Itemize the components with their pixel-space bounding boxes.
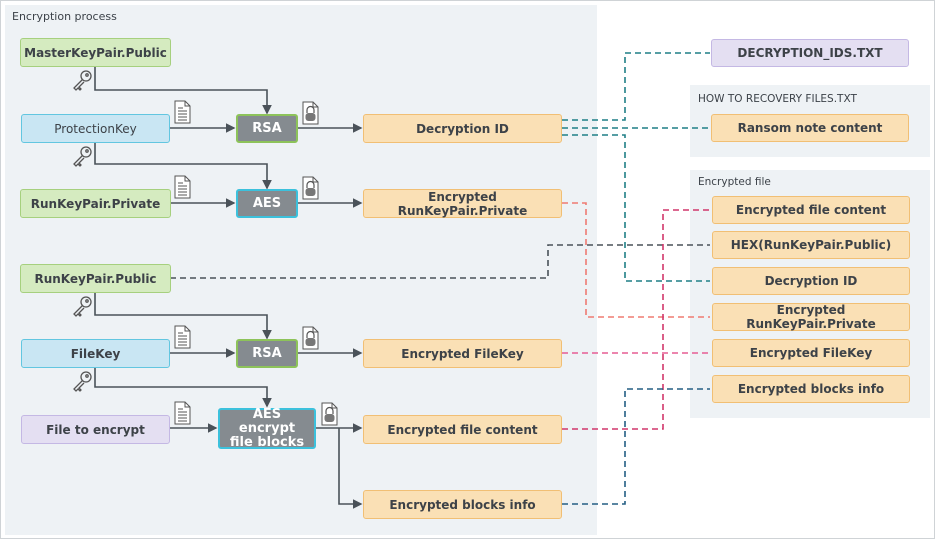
locked-document-icon — [321, 402, 338, 426]
enc-run-private-box: Encrypted RunKeyPair.Private — [363, 189, 562, 218]
document-icon — [174, 401, 191, 425]
enc-file-key-box: Encrypted FileKey — [363, 339, 562, 368]
decryption-id-box: Decryption ID — [363, 114, 562, 143]
document-icon — [174, 175, 191, 199]
encfile-part-enc-run-private: Encrypted RunKeyPair.Private — [712, 303, 910, 331]
wire-aes-blocks-to-blocks-info — [338, 428, 363, 509]
key-icon — [73, 70, 92, 91]
dash-runpublic-to-hex — [170, 244, 710, 279]
master-public-box: MasterKeyPair.Public — [20, 38, 171, 67]
encfile-part-hex-public: HEX(RunKeyPair.Public) — [712, 231, 910, 259]
locked-document-icon — [302, 101, 319, 125]
dash-decryption-id-to-ids-file — [562, 52, 710, 121]
aes-blocks-algorithm-box: AES encrypt file blocks — [218, 407, 316, 449]
decryption-ids-file-box: DECRYPTION_IDS.TXT — [711, 39, 909, 67]
key-icon — [73, 146, 92, 167]
encfile-part-blocks-info: Encrypted blocks info — [712, 375, 910, 403]
encfile-part-decryption-id: Decryption ID — [712, 267, 910, 295]
rsa-filekey-algorithm-box: RSA — [236, 339, 298, 368]
protection-key-box: ProtectionKey — [21, 114, 170, 143]
encfile-part-enc-file-key: Encrypted FileKey — [712, 339, 910, 367]
enc-file-content-box: Encrypted file content — [363, 415, 562, 444]
document-icon — [174, 100, 191, 124]
locked-document-icon — [302, 326, 319, 350]
run-private-box: RunKeyPair.Private — [20, 189, 171, 218]
aes-algorithm-box: AES — [236, 189, 298, 218]
dash-blocks-info-to-encfile — [562, 388, 710, 505]
dash-enc-content-to-encfile — [562, 209, 710, 430]
dash-enc-runprivate-to-encfile — [562, 202, 710, 318]
encfile-part-content: Encrypted file content — [712, 196, 910, 224]
enc-blocks-info-box: Encrypted blocks info — [363, 490, 562, 519]
key-icon — [73, 296, 92, 317]
rsa-algorithm-box: RSA — [236, 114, 298, 143]
document-icon — [174, 325, 191, 349]
key-icon — [73, 371, 92, 392]
file-to-encrypt-box: File to encrypt — [21, 415, 170, 444]
run-public-box: RunKeyPair.Public — [20, 264, 171, 293]
dash-decryption-id-to-encfile — [562, 134, 710, 282]
file-key-box: FileKey — [21, 339, 170, 368]
ransom-note-content-box: Ransom note content — [711, 114, 909, 142]
locked-document-icon — [302, 176, 319, 200]
